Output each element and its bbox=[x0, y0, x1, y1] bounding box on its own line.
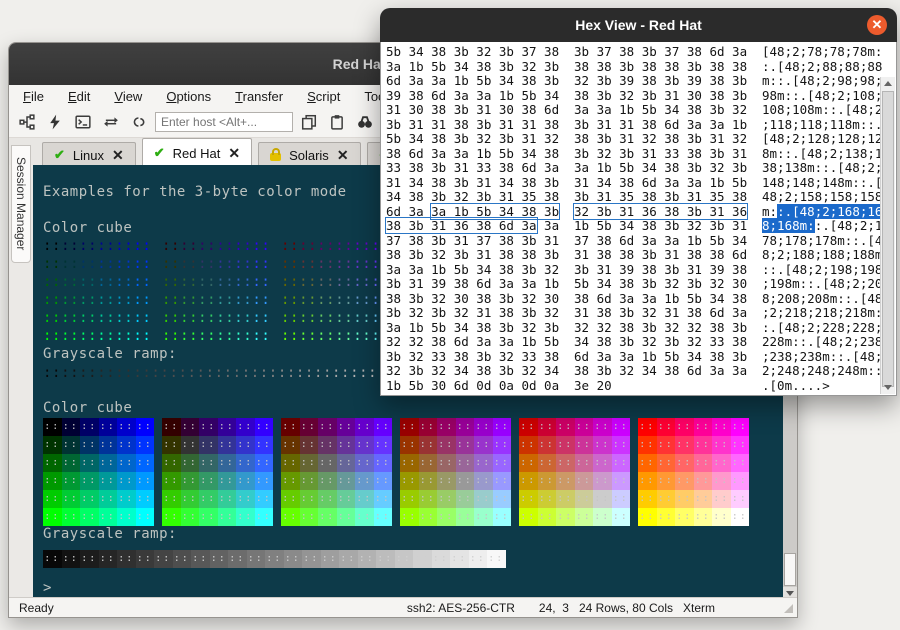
shell-prompt: > bbox=[43, 580, 52, 596]
grayscale-ramp-label-2: Grayscale ramp: bbox=[43, 526, 177, 542]
hex-row: 32 3b 32 34 38 3b 32 3438 3b 32 34 38 6d… bbox=[386, 364, 882, 379]
hex-row: 6d 3a 3a 1b 5b 34 38 3b32 3b 31 36 38 3b… bbox=[386, 205, 882, 220]
terminal-icon[interactable] bbox=[71, 110, 95, 134]
status-crypto: ssh2: AES-256-CTR bbox=[407, 601, 515, 615]
menu-view[interactable]: View bbox=[114, 89, 142, 104]
bg-grayscale-ramp: ::::::::::::::::::::::::::::::::::::::::… bbox=[43, 550, 506, 568]
hex-row: 5b 34 38 3b 32 3b 37 383b 37 38 3b 37 38… bbox=[386, 45, 882, 60]
tab-close-icon[interactable]: ✕ bbox=[228, 145, 240, 162]
quick-connect-icon[interactable] bbox=[43, 110, 67, 134]
hex-row: 37 38 3b 31 37 38 3b 3137 38 6d 3a 3a 1b… bbox=[386, 234, 882, 249]
hex-row: 32 32 38 6d 3a 3a 1b 5b34 38 3b 32 3b 32… bbox=[386, 335, 882, 350]
session-manager-label: Session Manager bbox=[14, 157, 28, 250]
check-icon: ✔ bbox=[54, 147, 65, 163]
hex-view-window: Hex View - Red Hat ✕ 5b 34 38 3b 32 3b 3… bbox=[380, 8, 897, 396]
scrollbar-thumb[interactable] bbox=[784, 553, 796, 586]
bg-color-cube-row: ::::::::::::::::::::::::::::::::::::::::… bbox=[43, 454, 749, 472]
terminal-heading: Examples for the 3-byte color mode bbox=[43, 184, 347, 200]
hex-view-content[interactable]: 5b 34 38 3b 32 3b 37 383b 37 38 3b 37 38… bbox=[380, 42, 897, 396]
hex-row: 38 6d 3a 3a 1b 5b 34 383b 32 3b 31 33 38… bbox=[386, 147, 882, 162]
hex-vertical-scrollbar[interactable] bbox=[880, 77, 895, 394]
menu-options[interactable]: Options bbox=[166, 89, 211, 104]
color-cube-label: Color cube bbox=[43, 220, 132, 236]
close-icon[interactable]: ✕ bbox=[867, 15, 887, 35]
resize-grip[interactable] bbox=[784, 604, 793, 613]
status-bar: Ready ssh2: AES-256-CTR 24, 3 24 Rows, 8… bbox=[9, 597, 797, 617]
quick-connect-host-input[interactable] bbox=[155, 112, 293, 132]
menu-transfer[interactable]: Transfer bbox=[235, 89, 283, 104]
hex-row: 39 38 6d 3a 3a 1b 5b 3438 3b 32 3b 31 30… bbox=[386, 89, 882, 104]
hex-row: 3a 3a 1b 5b 34 38 3b 323b 31 39 38 3b 31… bbox=[386, 263, 882, 278]
tab-label: Solaris bbox=[289, 148, 329, 163]
hex-row: 38 3b 31 36 38 6d 3a 3a1b 5b 34 38 3b 32… bbox=[386, 219, 882, 234]
hex-row: 3b 31 39 38 6d 3a 3a 1b5b 34 38 3b 32 3b… bbox=[386, 277, 882, 292]
hex-row: 3b 31 31 38 3b 31 31 383b 31 31 38 6d 3a… bbox=[386, 118, 882, 133]
menu-script[interactable]: Script bbox=[307, 89, 340, 104]
status-ready: Ready bbox=[19, 601, 54, 615]
hex-dump: 5b 34 38 3b 32 3b 37 383b 37 38 3b 37 38… bbox=[386, 45, 882, 393]
hex-row: 3b 32 3b 32 31 38 3b 3231 38 3b 32 31 38… bbox=[386, 306, 882, 321]
hex-row: 34 38 3b 32 3b 31 35 383b 31 35 38 3b 31… bbox=[386, 190, 882, 205]
tab-solaris[interactable]: Solaris ✕ bbox=[258, 142, 360, 167]
paste-icon[interactable] bbox=[325, 110, 349, 134]
hex-scrollbar-thumb[interactable] bbox=[882, 91, 894, 387]
tab-close-icon[interactable]: ✕ bbox=[112, 147, 124, 164]
session-manager-icon[interactable] bbox=[15, 110, 39, 134]
bg-color-cube-row: ::::::::::::::::::::::::::::::::::::::::… bbox=[43, 508, 749, 526]
status-emulation: Xterm bbox=[683, 601, 715, 615]
find-icon[interactable] bbox=[353, 110, 377, 134]
tab-red-hat[interactable]: ✔ Red Hat ✕ bbox=[142, 138, 252, 167]
hex-view-titlebar[interactable]: Hex View - Red Hat ✕ bbox=[380, 8, 897, 42]
hex-row: 31 34 38 3b 31 34 38 3b31 34 38 6d 3a 3a… bbox=[386, 176, 882, 191]
menu-edit[interactable]: Edit bbox=[68, 89, 90, 104]
arrow-down-icon bbox=[786, 591, 794, 596]
lock-icon bbox=[270, 153, 281, 161]
disconnect-icon[interactable] bbox=[127, 110, 151, 134]
arrow-up-icon bbox=[884, 81, 892, 86]
hex-view-title: Hex View - Red Hat bbox=[575, 17, 702, 33]
desktop: Red Hat - SecureCRT FileEditViewOptionsT… bbox=[0, 0, 900, 630]
hex-row: 5b 34 38 3b 32 3b 31 3238 3b 31 32 38 3b… bbox=[386, 132, 882, 147]
copy-icon[interactable] bbox=[297, 110, 321, 134]
bg-color-cube-row: ::::::::::::::::::::::::::::::::::::::::… bbox=[43, 472, 749, 490]
bg-color-cube-row: ::::::::::::::::::::::::::::::::::::::::… bbox=[43, 418, 749, 436]
color-cube-label-2: Color cube bbox=[43, 400, 132, 416]
bg-color-cube-row: ::::::::::::::::::::::::::::::::::::::::… bbox=[43, 490, 749, 508]
bg-color-cube-row: ::::::::::::::::::::::::::::::::::::::::… bbox=[43, 436, 749, 454]
status-cursor-position: 24, 3 bbox=[539, 601, 569, 615]
arrow-down-icon bbox=[884, 385, 892, 390]
session-manager-tab[interactable]: Session Manager bbox=[11, 145, 31, 263]
reconnect-icon[interactable] bbox=[99, 110, 123, 134]
hex-row: 1b 5b 30 6d 0d 0a 0d 0a3e 20.[0m....> bbox=[386, 379, 882, 394]
hex-row: 6d 3a 3a 1b 5b 34 38 3b32 3b 39 38 3b 39… bbox=[386, 74, 882, 89]
hex-row: 38 3b 32 30 38 3b 32 3038 6d 3a 3a 1b 5b… bbox=[386, 292, 882, 307]
hex-row: 3a 1b 5b 34 38 3b 32 3b32 32 38 3b 32 32… bbox=[386, 321, 882, 336]
grayscale-ramp-label: Grayscale ramp: bbox=[43, 346, 177, 362]
hex-row: 38 3b 32 3b 31 38 38 3b31 38 38 3b 31 38… bbox=[386, 248, 882, 263]
hex-row: 31 30 38 3b 31 30 38 6d3a 3a 1b 5b 34 38… bbox=[386, 103, 882, 118]
check-icon: ✔ bbox=[154, 145, 165, 161]
status-terminal-size: 24 Rows, 80 Cols bbox=[579, 601, 673, 615]
tab-linux[interactable]: ✔ Linux ✕ bbox=[42, 142, 136, 167]
tab-label: Red Hat bbox=[173, 146, 221, 161]
tab-close-icon[interactable]: ✕ bbox=[337, 147, 349, 164]
hex-row: 33 38 3b 31 33 38 6d 3a3a 1b 5b 34 38 3b… bbox=[386, 161, 882, 176]
hex-row: 3b 32 33 38 3b 32 33 386d 3a 3a 1b 5b 34… bbox=[386, 350, 882, 365]
tab-label: Linux bbox=[73, 148, 104, 163]
hex-row: 3a 1b 5b 34 38 3b 32 3b38 38 3b 38 38 3b… bbox=[386, 60, 882, 75]
menu-file[interactable]: File bbox=[23, 89, 44, 104]
